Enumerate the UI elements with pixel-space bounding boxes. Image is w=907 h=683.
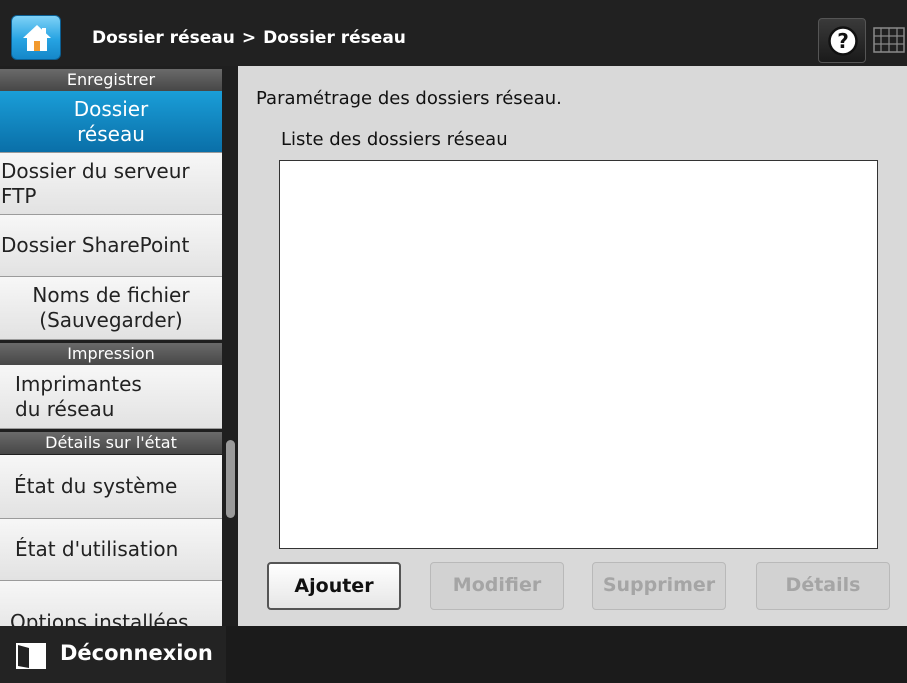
breadcrumb-separator: > <box>241 28 257 48</box>
sidebar-section-print: Impression <box>0 343 222 365</box>
help-button[interactable]: ? <box>818 18 866 63</box>
breadcrumb-parent: Dossier réseau <box>92 28 235 48</box>
sidebar-item-label: Noms de fichier <box>32 283 190 307</box>
network-folder-list[interactable] <box>279 160 878 549</box>
sidebar-item-label: (Sauvegarder) <box>39 308 183 332</box>
sidebar-item-label: Imprimantes <box>15 371 142 396</box>
sidebar-item-system-status[interactable]: État du système <box>0 455 222 519</box>
modify-button[interactable]: Modifier <box>430 562 564 610</box>
help-icon: ? <box>828 26 858 56</box>
details-button[interactable]: Détails <box>756 562 890 610</box>
breadcrumb-current: Dossier réseau <box>263 28 406 48</box>
sidebar-section-save: Enregistrer <box>0 69 222 91</box>
sidebar: Enregistrer Dossier réseau Dossier du se… <box>0 66 238 626</box>
sidebar-item-network-folder[interactable]: Dossier réseau <box>0 91 222 153</box>
sidebar-item-label: Options installées <box>10 610 189 626</box>
add-button[interactable]: Ajouter <box>267 562 401 610</box>
sidebar-item-label: Dossier SharePoint <box>1 233 190 257</box>
home-icon <box>23 25 51 51</box>
sidebar-item-usage-status[interactable]: État d'utilisation <box>0 519 222 581</box>
home-button[interactable] <box>11 15 61 60</box>
svg-text:?: ? <box>837 29 849 53</box>
sidebar-item-installed-options[interactable]: Options installées <box>0 581 222 626</box>
sidebar-item-file-names[interactable]: Noms de fichier (Sauvegarder) <box>0 277 222 340</box>
sidebar-item-label: du réseau <box>15 396 115 421</box>
sidebar-item-sharepoint-folder[interactable]: Dossier SharePoint <box>0 215 222 277</box>
logout-icon <box>16 643 46 669</box>
keyboard-button[interactable] <box>870 18 907 63</box>
sidebar-item-label: Dossier <box>73 97 149 121</box>
keyboard-icon <box>873 27 905 53</box>
sidebar-item-network-printers[interactable]: Imprimantes du réseau <box>0 365 222 429</box>
sidebar-item-label: réseau <box>77 122 145 146</box>
page-description: Paramétrage des dossiers réseau. <box>256 88 562 109</box>
folder-list-label: Liste des dossiers réseau <box>281 129 508 150</box>
logout-label: Déconnexion <box>60 641 213 665</box>
sidebar-section-status: Détails sur l'état <box>0 432 222 454</box>
main-panel: Paramétrage des dossiers réseau. Liste d… <box>238 66 907 626</box>
sidebar-item-label: État d'utilisation <box>15 537 179 561</box>
breadcrumb: Dossier réseau > Dossier réseau <box>92 28 406 48</box>
sidebar-item-label: Dossier du serveur <box>1 158 190 183</box>
footer-bar: Déconnexion <box>0 626 907 683</box>
sidebar-item-label: FTP <box>1 183 37 208</box>
delete-button[interactable]: Supprimer <box>592 562 726 610</box>
sidebar-item-label: État du système <box>14 474 178 498</box>
logout-button[interactable]: Déconnexion <box>0 626 226 683</box>
header-bar: Dossier réseau > Dossier réseau ? <box>0 0 907 66</box>
sidebar-item-ftp-folder[interactable]: Dossier du serveur FTP <box>0 153 222 215</box>
sidebar-scrollbar[interactable] <box>226 440 235 518</box>
